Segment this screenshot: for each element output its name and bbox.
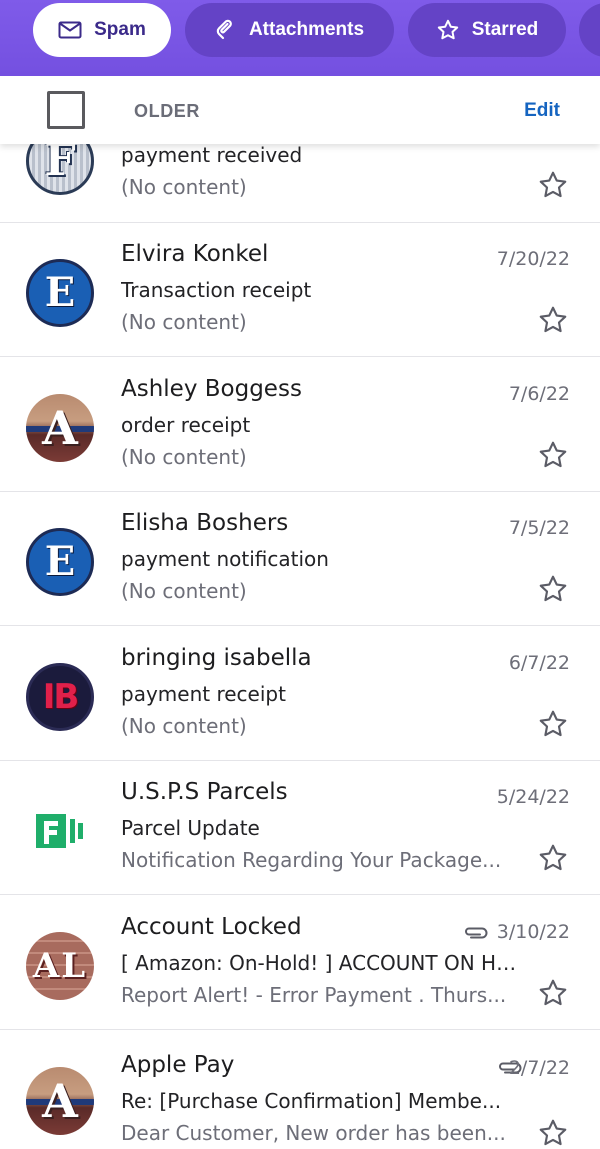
- attachment-icon: [465, 927, 488, 939]
- message-date: 6/7/22: [508, 652, 570, 674]
- message-subject: Re: [Purchase Confirmation] Membe...: [121, 1089, 502, 1113]
- star-icon[interactable]: [537, 439, 569, 471]
- message-sender: U.S.P.S Parcels: [121, 779, 288, 805]
- message-date: 3/10/22: [496, 921, 570, 943]
- message-date: 7/20/22: [496, 248, 570, 270]
- message-snippet: (No content): [121, 175, 247, 199]
- usps-logo-icon: [26, 797, 94, 865]
- star-icon[interactable]: [537, 573, 569, 605]
- star-icon[interactable]: [537, 169, 569, 201]
- message-snippet: Dear Customer, New order has been...: [121, 1121, 506, 1145]
- message-subject: order receipt: [121, 413, 251, 437]
- star-icon[interactable]: [537, 304, 569, 336]
- message-sender: Elisha Boshers: [121, 510, 289, 536]
- message-row[interactable]: AL Account Locked 3/10/22 [ Amazon: On-H…: [0, 896, 600, 1030]
- star-icon[interactable]: [537, 708, 569, 740]
- section-header: OLDER Edit: [0, 76, 600, 144]
- message-row[interactable]: IB bringing isabella 6/7/22 payment rece…: [0, 627, 600, 761]
- message-snippet: (No content): [121, 445, 247, 469]
- sender-avatar: A: [26, 1067, 94, 1135]
- message-subject: payment received: [121, 143, 303, 167]
- mail-icon: [58, 21, 82, 39]
- message-snippet: (No content): [121, 310, 247, 334]
- message-subject: Transaction receipt: [121, 278, 312, 302]
- paperclip-icon: [216, 19, 232, 40]
- filter-chip-label: Attachments: [248, 19, 365, 40]
- sender-avatar: E: [26, 528, 94, 596]
- message-sender: Elvira Konkel: [121, 241, 269, 267]
- message-row[interactable]: U.S.P.S Parcels 5/24/22 Parcel Update No…: [0, 761, 600, 895]
- star-icon[interactable]: [537, 842, 569, 874]
- message-sender: Apple Pay: [121, 1052, 235, 1078]
- filter-chip-label: Starred: [471, 19, 539, 40]
- filter-chip-more[interactable]: [579, 3, 600, 57]
- select-all-checkbox[interactable]: [47, 91, 85, 129]
- message-row[interactable]: A Ashley Boggess 7/6/22 order receipt (N…: [0, 358, 600, 492]
- message-row[interactable]: E Elisha Boshers 7/5/22 payment notifica…: [0, 492, 600, 626]
- message-row[interactable]: A Apple Pay 2/7/22 Re: [Purchase Confirm…: [0, 1031, 600, 1149]
- message-subject: payment receipt: [121, 682, 286, 706]
- star-icon: [437, 19, 458, 40]
- message-sender: bringing isabella: [121, 645, 312, 671]
- message-date: 7/5/22: [508, 517, 570, 539]
- edit-button[interactable]: Edit: [524, 100, 560, 122]
- message-date: 2/7/22: [508, 1057, 570, 1079]
- message-snippet: Report Alert! - Error Payment . Thurs...: [121, 983, 507, 1007]
- star-icon[interactable]: [537, 977, 569, 1009]
- sender-avatar: E: [26, 259, 94, 327]
- message-date: 7/6/22: [508, 383, 570, 405]
- message-date: 5/24/22: [496, 786, 570, 808]
- message-sender: Ashley Boggess: [121, 376, 302, 402]
- sender-avatar: AL: [26, 932, 94, 1000]
- sender-avatar: A: [26, 394, 94, 462]
- message-list: F payment received (No content) E Elvira…: [0, 0, 600, 1149]
- message-snippet: Notification Regarding Your Package...: [121, 848, 502, 872]
- filter-chip-spam[interactable]: Spam: [33, 3, 171, 57]
- message-snippet: (No content): [121, 714, 247, 738]
- filter-chip-label: Spam: [94, 19, 146, 40]
- filter-chip-starred[interactable]: Starred: [408, 3, 566, 57]
- section-title: OLDER: [134, 101, 200, 121]
- message-row[interactable]: E Elvira Konkel 7/20/22 Transaction rece…: [0, 223, 600, 357]
- filter-bar: Spam Attachments Starred: [0, 0, 600, 76]
- message-subject: [ Amazon: On-Hold! ] ACCOUNT ON HO...: [121, 951, 526, 975]
- message-subject: payment notification: [121, 547, 329, 571]
- message-snippet: (No content): [121, 579, 247, 603]
- star-icon[interactable]: [537, 1117, 569, 1149]
- sender-avatar: IB: [26, 663, 94, 731]
- message-sender: Account Locked: [121, 914, 302, 940]
- message-subject: Parcel Update: [121, 816, 260, 840]
- filter-chip-attachments[interactable]: Attachments: [185, 3, 394, 57]
